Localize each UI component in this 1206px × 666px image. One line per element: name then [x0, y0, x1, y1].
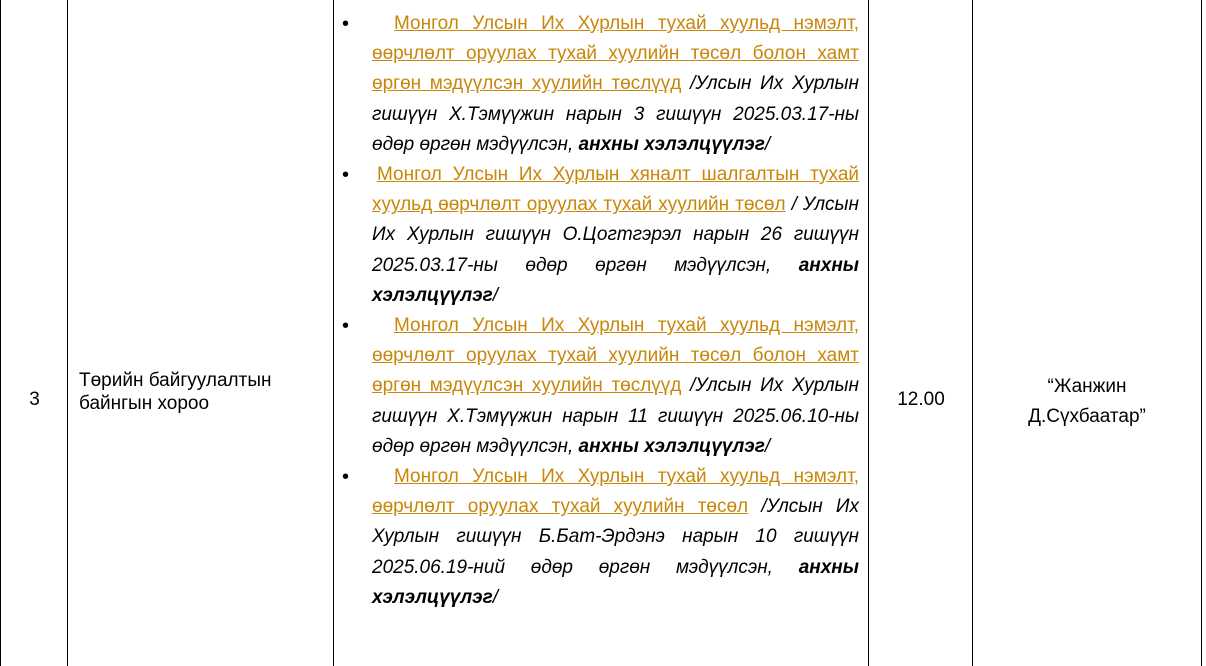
committee-name: Төрийн байгуулалтын байнгын хороо	[79, 370, 272, 414]
bill-status: анхны хэлэлцүүлэг	[578, 133, 765, 155]
list-item: • Монгол Улсын Их Хурлын тухай хуульд нэ…	[334, 9, 869, 160]
bullet-icon: •	[342, 164, 350, 187]
agenda-cell: • Монгол Улсын Их Хурлын тухай хуульд нэ…	[334, 0, 869, 666]
bill-closing: /	[764, 435, 771, 457]
committee-cell: Төрийн байгуулалтын байнгын хороо	[68, 0, 334, 666]
document-page: 3 Төрийн байгуулалтын байнгын хороо • Мо…	[0, 0, 1206, 666]
bill-closing: /	[764, 133, 771, 155]
time-cell: 12.00	[869, 0, 973, 666]
meeting-time: 12.00	[897, 389, 945, 410]
meeting-room: “Жанжин Д.Сүхбаатар”	[1028, 376, 1146, 427]
bill-closing: /	[492, 586, 499, 608]
row-number: 3	[29, 389, 40, 410]
list-item: • Монгол Улсын Их Хурлын хяналт шалгалты…	[334, 160, 869, 311]
bullet-icon: •	[342, 466, 350, 489]
table-row: 3 Төрийн байгуулалтын байнгын хороо • Мо…	[0, 0, 1202, 666]
room-cell: “Жанжин Д.Сүхбаатар”	[973, 0, 1201, 666]
bill-link[interactable]: Монгол Улсын Их Хурлын хяналт шалгалтын …	[372, 164, 859, 215]
number-cell: 3	[1, 0, 68, 666]
bullet-icon: •	[342, 13, 350, 35]
list-item: • Монгол Улсын Их Хурлын тухай хуульд нэ…	[334, 462, 869, 613]
bill-status: анхны хэлэлцүүлэг	[578, 435, 765, 457]
bullet-icon: •	[342, 315, 350, 338]
bill-list: • Монгол Улсын Их Хурлын тухай хуульд нэ…	[334, 9, 869, 613]
list-item: • Монгол Улсын Их Хурлын тухай хуульд нэ…	[334, 311, 869, 462]
bill-closing: /	[492, 284, 499, 306]
